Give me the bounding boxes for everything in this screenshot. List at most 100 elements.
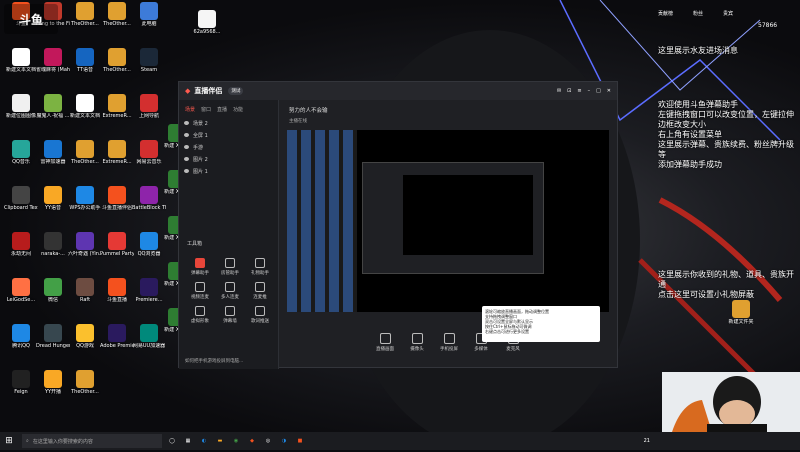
notice-text[interactable]: 如何把手机游戏投屏到电脑...	[185, 358, 243, 364]
app-icon	[76, 2, 94, 20]
tool-danmu[interactable]: 弹幕助手	[185, 258, 215, 276]
desktop-icon[interactable]: QQ音乐	[4, 140, 38, 165]
douyu-icon[interactable]: ◆	[246, 434, 258, 448]
desktop-icon[interactable]: 新建位图图像	[4, 94, 38, 119]
tab-window[interactable]: 窗口	[201, 106, 211, 113]
desktop-icon[interactable]: TheOther...	[100, 48, 134, 73]
btn-phone-cast[interactable]: 手机投屏	[437, 332, 461, 352]
desktop-icon[interactable]: 新建文本文档	[68, 94, 102, 119]
desktop-icon[interactable]: LeiGodSe...	[4, 278, 38, 303]
tool-avatar[interactable]: 虚拟形象	[185, 306, 215, 324]
desktop-icon[interactable]: Dread Hunger	[36, 324, 70, 349]
app-icon	[76, 48, 94, 66]
taskbar-search[interactable]: ⌕ 在这里输入你要搜索的内容	[22, 434, 162, 448]
source-item[interactable]: 图片 1	[179, 165, 278, 177]
explorer-icon[interactable]: ▦	[182, 434, 194, 448]
preview-canvas[interactable]	[287, 130, 609, 312]
desktop-icon[interactable]: WPS办公助手	[68, 186, 102, 211]
desktop-icon[interactable]: 雷神加速器	[36, 140, 70, 165]
tab-live[interactable]: 直播	[217, 106, 227, 113]
desktop-icon[interactable]: 斗鱼直播	[100, 278, 134, 303]
wechat-icon[interactable]: ◉	[230, 434, 242, 448]
app-icon	[12, 140, 30, 158]
desktop-icon[interactable]: 此电脑	[132, 2, 166, 27]
app-logo-icon: ◆	[185, 87, 191, 95]
desktop-icon[interactable]: YY语音	[36, 186, 70, 211]
eye-icon[interactable]	[184, 121, 189, 125]
btn-camera[interactable]: 摄像头	[405, 332, 429, 352]
tab-scene[interactable]: 场景	[185, 106, 195, 113]
desktop-icon[interactable]: TheOther...	[68, 2, 102, 27]
mail-icon[interactable]: ✉	[557, 88, 561, 94]
desktop-icon[interactable]: Clipboard Text (2020...	[4, 186, 38, 211]
desktop-icon[interactable]: 斗鱼直播伴侣	[100, 186, 134, 211]
desktop-icon[interactable]: 上网导航	[132, 94, 166, 119]
source-item[interactable]: 全屏 1	[179, 129, 278, 141]
eye-icon[interactable]	[184, 145, 189, 149]
gift-icon	[255, 258, 265, 268]
menu-icon[interactable]: ≡	[577, 88, 581, 94]
start-button[interactable]: ⊞	[0, 434, 18, 448]
eye-icon[interactable]	[184, 169, 189, 173]
app-icon	[108, 278, 126, 296]
close-icon[interactable]: ✕	[607, 88, 611, 94]
scene-tabs: 场景 窗口 直播 功能	[179, 100, 278, 117]
desktop-file-top[interactable]: 62a9568...	[190, 10, 224, 35]
toolbox-grid: 弹幕助手 房管助手 礼物助手 视频连麦 多人连麦 连麦推 虚拟形象 弹幕墙 歌词…	[185, 258, 275, 324]
monitor-icon	[379, 332, 391, 344]
app-icon	[76, 186, 94, 204]
folder-icon[interactable]: ▬	[214, 434, 226, 448]
desktop-icon[interactable]: 腾讯QQ	[4, 324, 38, 349]
desktop-icon[interactable]: Adobe Premie...	[100, 324, 134, 349]
desktop-icon[interactable]: QQ游戏	[68, 324, 102, 349]
desktop-icon[interactable]: Pummel Party	[100, 232, 134, 257]
source-item[interactable]: 场景 2	[179, 117, 278, 129]
desktop-icon[interactable]: naraka-...	[36, 232, 70, 257]
clock[interactable]: 21	[644, 434, 650, 448]
viewer-count: 57866	[758, 22, 778, 29]
desktop-icon[interactable]: TT语音	[68, 48, 102, 73]
desktop-icon[interactable]: TheOther...	[68, 140, 102, 165]
desktop-icon[interactable]: 雀魂麻将 (Mahjong...	[36, 48, 70, 73]
desktop-icon[interactable]: 新建文本文档	[4, 48, 38, 73]
webcam-person	[662, 372, 800, 432]
desktop-icon[interactable]: ExtremeR...	[100, 94, 134, 119]
desktop-icon[interactable]: 永劫无间	[4, 232, 38, 257]
tool-video-link[interactable]: 视频连麦	[185, 282, 215, 300]
task-view-icon[interactable]: ◯	[166, 434, 178, 448]
eye-icon[interactable]	[184, 157, 189, 161]
app-icon	[76, 278, 94, 296]
tool-link-push[interactable]: 连麦推	[245, 282, 275, 300]
desktop-icon[interactable]: 六叶奇遇 (Yin...	[68, 232, 102, 257]
steam-icon[interactable]: ◎	[262, 434, 274, 448]
tool-lyrics[interactable]: 歌词推送	[245, 306, 275, 324]
wall-icon	[225, 306, 235, 316]
edge-icon[interactable]: ◐	[198, 434, 210, 448]
source-item[interactable]: 图片 2	[179, 153, 278, 165]
webcam-feed	[662, 372, 800, 432]
desktop-icon[interactable]: ExtremeR...	[100, 140, 134, 165]
desktop-icon[interactable]: 魔鬼人·祝福 ...	[36, 94, 70, 119]
tool-roomadmin[interactable]: 房管助手	[215, 258, 245, 276]
eye-icon[interactable]	[184, 133, 189, 137]
desktop-icon[interactable]: Raft	[68, 278, 102, 303]
desktop-icon[interactable]: TheOther...	[100, 2, 134, 27]
minimize-icon[interactable]: –	[588, 88, 591, 94]
app-icon	[44, 186, 62, 204]
tab-function[interactable]: 功能	[233, 106, 243, 113]
tool-danmu-wall[interactable]: 弹幕墙	[215, 306, 245, 324]
desktop-icon[interactable]: 微信	[36, 278, 70, 303]
btn-screen[interactable]: 直播画面	[373, 332, 397, 352]
desktop-icon[interactable]: Steam	[132, 48, 166, 73]
lock-icon[interactable]: ⊡	[567, 88, 571, 94]
tool-multi-link[interactable]: 多人连麦	[215, 282, 245, 300]
app-icon[interactable]: ■	[294, 434, 306, 448]
maximize-icon[interactable]: □	[596, 88, 601, 94]
desktop-icon[interactable]: YY开播	[36, 370, 70, 395]
tool-gift[interactable]: 礼物助手	[245, 258, 275, 276]
app-icon[interactable]: ◑	[278, 434, 290, 448]
desktop-icon[interactable]: Feign	[4, 370, 38, 395]
app-icon	[44, 232, 62, 250]
desktop-icon[interactable]: TheOther...	[68, 370, 102, 395]
source-item[interactable]: 手游	[179, 141, 278, 153]
